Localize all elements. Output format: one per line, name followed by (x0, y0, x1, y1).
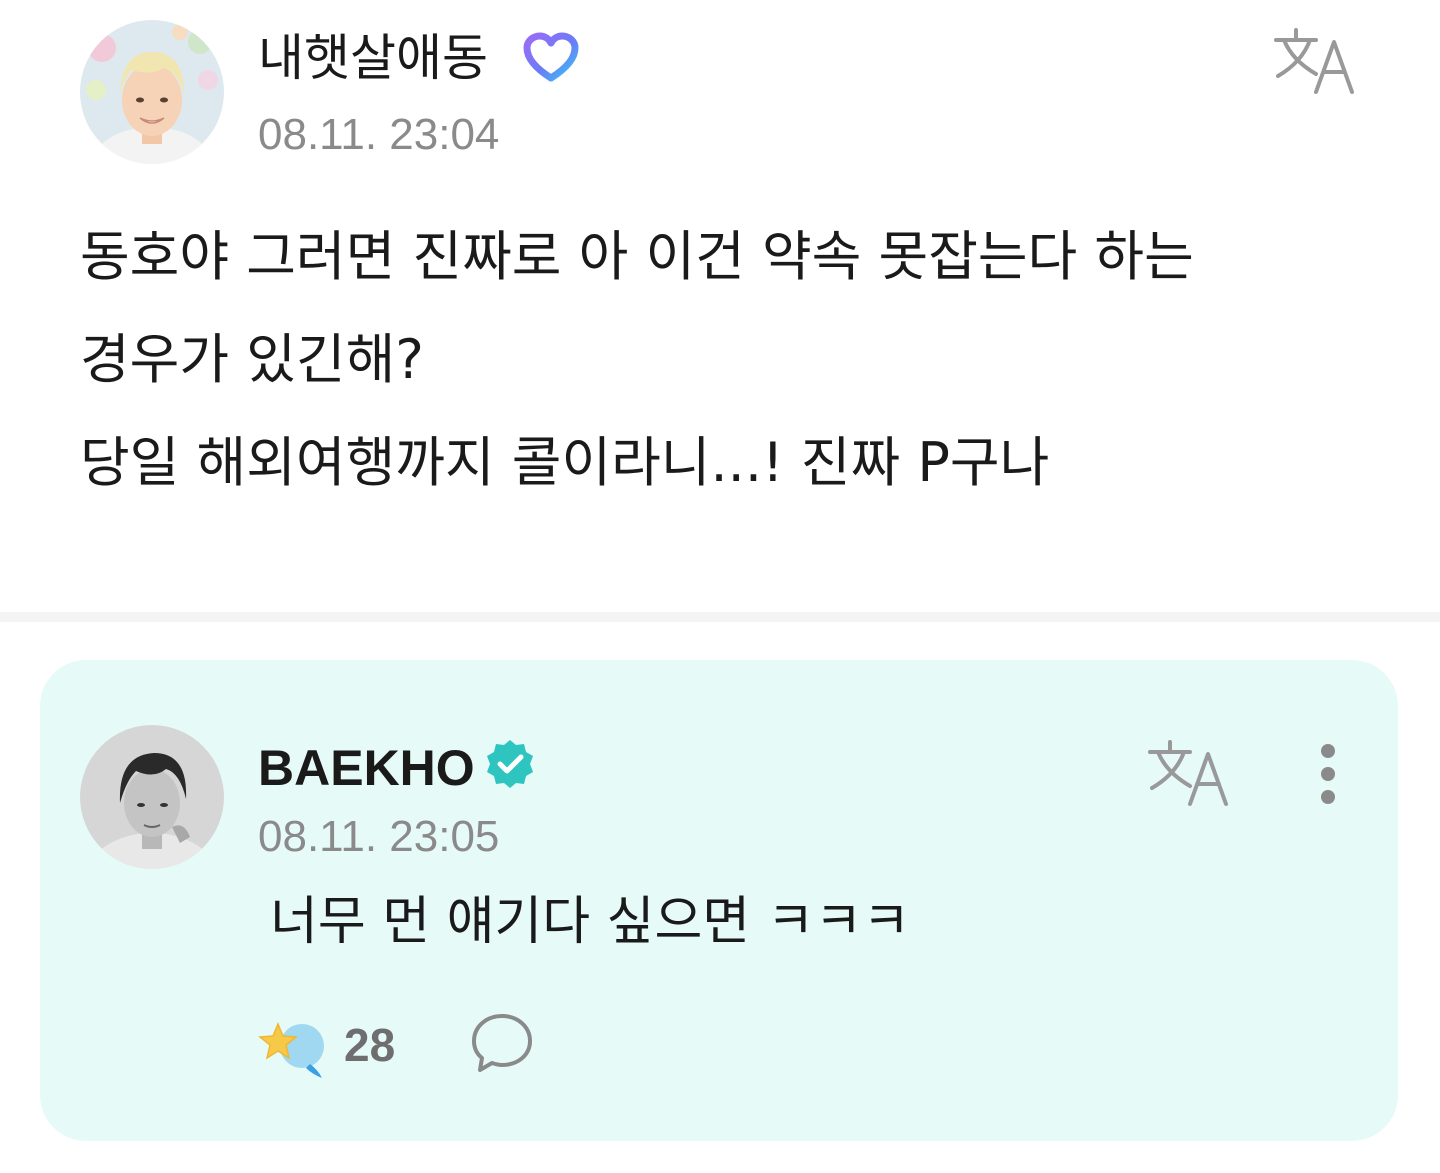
post-body-line: 당일 해외여행까지 콜이라니...! 진짜 P구나 (80, 431, 1050, 494)
fan-post: 내햇살애동 08.11. 23:04 동호야 그러면 진짜로 아 이건 약속 못… (0, 0, 1440, 612)
star-reaction-icon[interactable] (258, 1010, 330, 1082)
translate-icon[interactable] (1272, 26, 1362, 98)
more-vertical-icon[interactable] (1308, 742, 1348, 806)
artist-username[interactable]: BAEKHO (258, 738, 475, 798)
post-body-line: 경우가 있긴해? (80, 328, 424, 391)
artist-avatar-image (80, 725, 224, 869)
reply-text: 너무 먼 얘기다 싶으면 ㅋㅋㅋ (270, 892, 911, 952)
more-dot (1321, 767, 1335, 781)
post-body-line: 동호야 그러면 진짜로 아 이건 약속 못잡는다 하는 (80, 225, 1194, 288)
more-dot (1321, 790, 1335, 804)
artist-reply-card: BAEKHO 08.11. 23:05 너무 먼 얘기다 싶으면 ㅋㅋㅋ 28 (40, 660, 1398, 1141)
post-body: 동호야 그러면 진짜로 아 이건 약속 못잡는다 하는 경우가 있긴해? 당일 … (80, 205, 1380, 514)
heart-outline-icon (523, 32, 579, 82)
reply-timestamp: 08.11. 23:05 (258, 812, 500, 861)
page: 내햇살애동 08.11. 23:04 동호야 그러면 진짜로 아 이건 약속 못… (0, 0, 1440, 1173)
artist-avatar[interactable] (80, 725, 224, 869)
post-timestamp: 08.11. 23:04 (258, 110, 500, 159)
more-dot (1321, 744, 1335, 758)
fan-avatar-image (80, 20, 224, 164)
fan-username[interactable]: 내햇살애동 (258, 28, 488, 88)
fan-avatar[interactable] (80, 20, 224, 164)
reaction-count: 28 (344, 1019, 396, 1071)
comment-bubble-icon[interactable] (468, 1010, 536, 1078)
section-divider (0, 612, 1440, 622)
translate-icon[interactable] (1146, 738, 1236, 810)
verified-badge-icon (487, 740, 533, 788)
